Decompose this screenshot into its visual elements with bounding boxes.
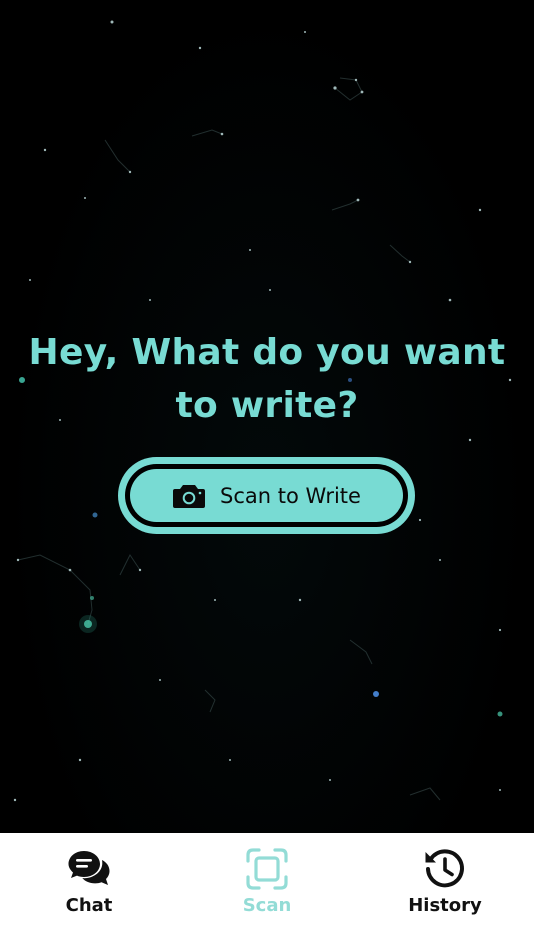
history-clock-icon bbox=[425, 849, 464, 888]
nav-item-history[interactable]: History bbox=[375, 847, 515, 927]
scan-button-label: Scan to Write bbox=[220, 483, 361, 508]
scan-button-ring: Scan to Write bbox=[125, 464, 408, 527]
scan-button-face: Scan to Write bbox=[130, 469, 403, 522]
nav-label-scan: Scan bbox=[242, 895, 292, 916]
nav-item-scan[interactable]: Scan bbox=[197, 847, 337, 927]
app-screen: Hey, What do you want to write? Scan to … bbox=[0, 0, 534, 950]
headline-line-1: Hey, What do you want bbox=[28, 332, 506, 373]
nav-label-history: History bbox=[408, 895, 482, 916]
camera-icon bbox=[173, 484, 206, 508]
nav-item-chat[interactable]: Chat bbox=[19, 847, 159, 927]
page-title: Hey, What do you want to write? bbox=[0, 326, 534, 432]
scan-to-write-button[interactable]: Scan to Write bbox=[118, 457, 415, 534]
chat-bubbles-icon bbox=[68, 851, 110, 885]
nav-label-chat: Chat bbox=[65, 895, 113, 916]
bottom-navigation: Chat Scan History bbox=[0, 833, 534, 950]
headline-line-2: to write? bbox=[175, 385, 359, 426]
scan-frame-icon bbox=[246, 848, 288, 890]
